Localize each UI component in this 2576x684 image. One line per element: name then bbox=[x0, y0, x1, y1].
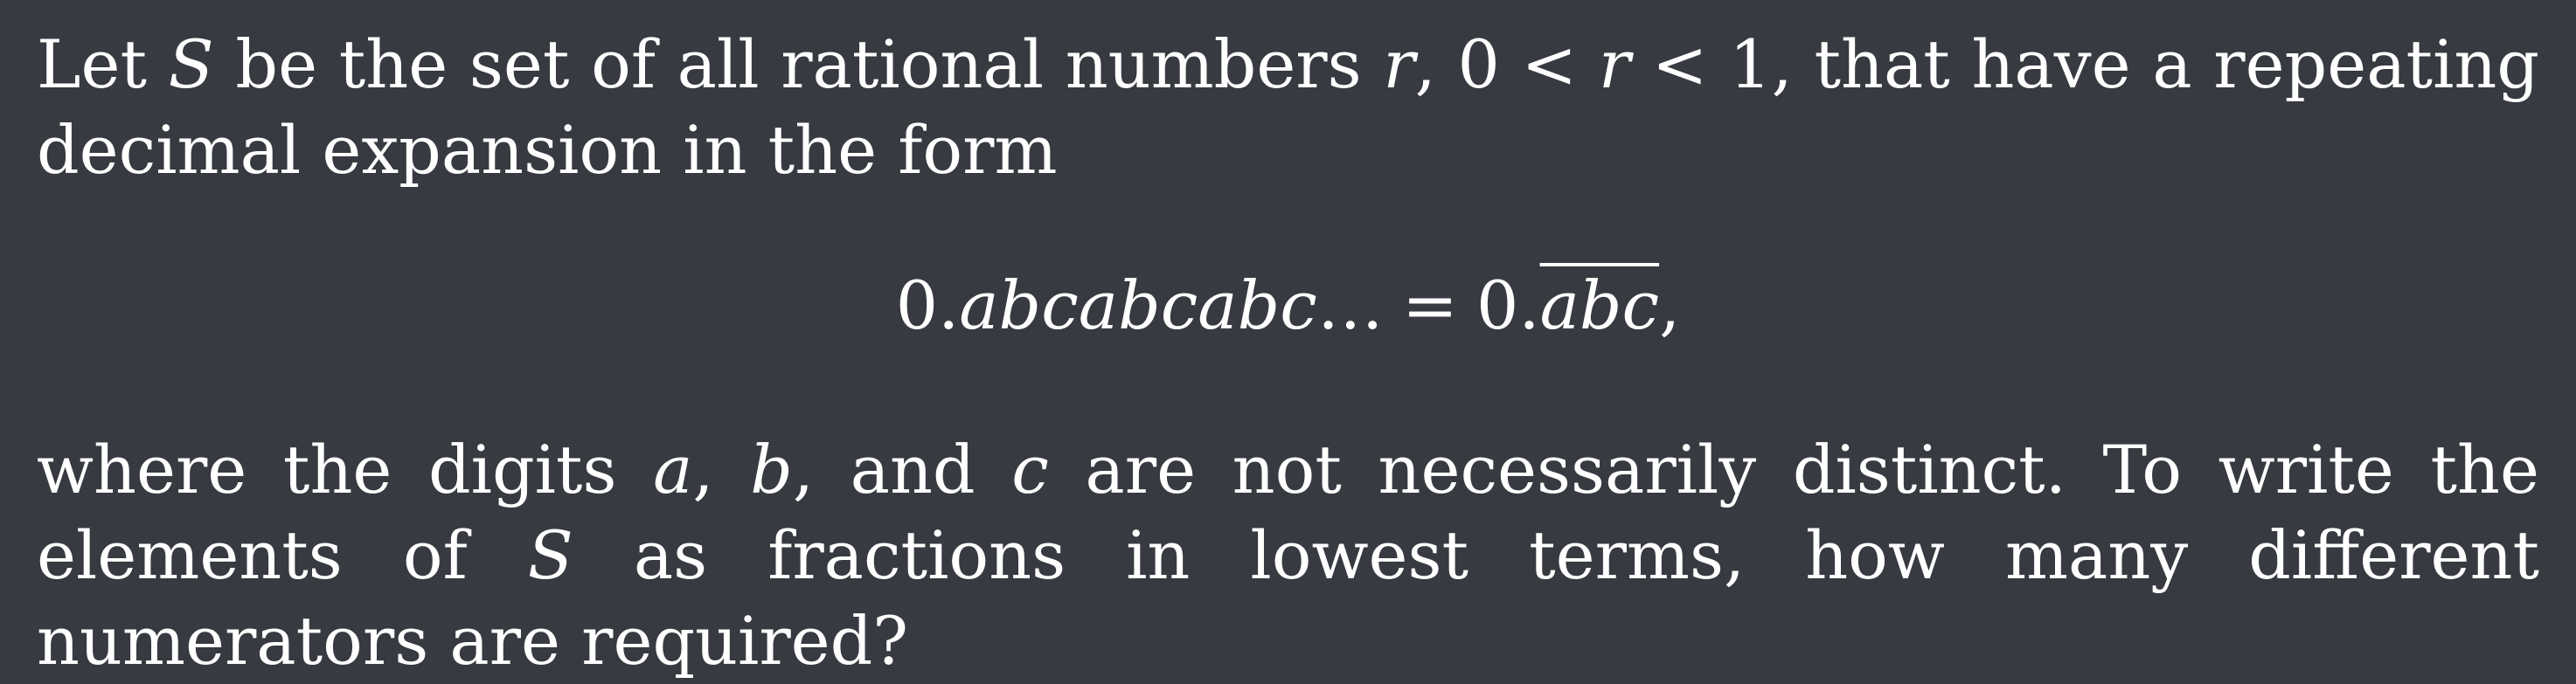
math-variable-c: c bbox=[1011, 431, 1049, 508]
text-segment: be the set of all rational numbers bbox=[213, 25, 1384, 103]
text-segment: Let bbox=[37, 25, 169, 103]
text-segment: , bbox=[692, 431, 751, 508]
text-segment: where the digits bbox=[37, 431, 654, 508]
equation-lead: 0. bbox=[1476, 266, 1540, 344]
text-segment: , and bbox=[792, 431, 1012, 508]
math-variable-s: S bbox=[527, 516, 573, 594]
equation-trailing-comma: , bbox=[1659, 266, 1681, 344]
problem-question-paragraph: where the digits a, b, and c are not nec… bbox=[37, 427, 2539, 684]
math-variable-r: r bbox=[1598, 25, 1631, 103]
math-variable-a: a bbox=[653, 431, 693, 508]
math-variable-r: r bbox=[1383, 25, 1415, 103]
display-equation: 0.abcabcabc… = 0.abc, bbox=[0, 262, 2576, 349]
equation-repeating-digits: abcabcabc bbox=[959, 266, 1317, 344]
problem-intro-paragraph: Let S be the set of all rational numbers… bbox=[37, 22, 2539, 193]
math-variable-s: S bbox=[168, 25, 214, 103]
problem-page: Let S be the set of all rational numbers… bbox=[0, 0, 2576, 680]
text-segment: , 0 < bbox=[1414, 25, 1599, 103]
math-variable-b: b bbox=[750, 431, 793, 508]
equation-lead: 0. bbox=[895, 266, 960, 344]
overlined-repeating-block: abc bbox=[1539, 266, 1660, 344]
equals-sign: = bbox=[1402, 266, 1458, 344]
equation-ellipsis: … bbox=[1316, 266, 1384, 344]
